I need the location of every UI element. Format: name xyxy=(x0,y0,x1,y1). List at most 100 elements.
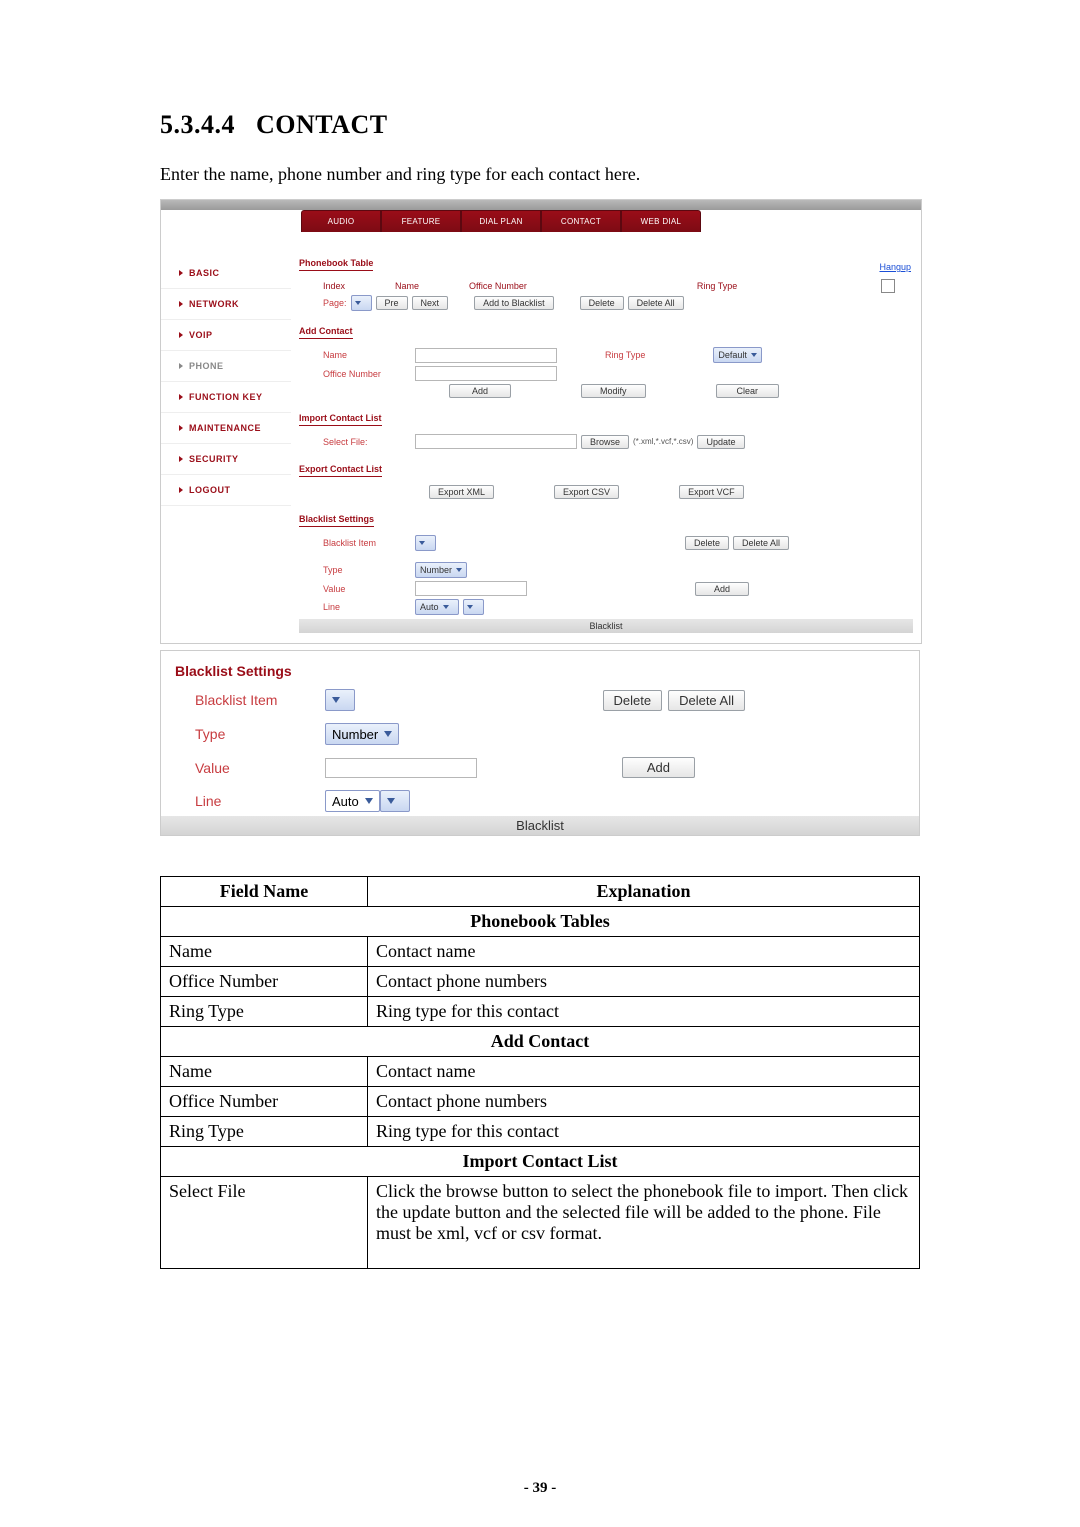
select-file-label: Select File: xyxy=(323,437,411,447)
office-number-input[interactable] xyxy=(415,366,557,381)
line-select[interactable] xyxy=(463,599,484,615)
line-select-large[interactable] xyxy=(380,790,410,812)
exp-cell: Ring type for this contact xyxy=(368,1117,920,1147)
col-ring: Ring Type xyxy=(697,281,737,291)
exp-cell: Contact name xyxy=(368,1057,920,1087)
field-cell: Ring Type xyxy=(161,1117,368,1147)
page-label: Page: xyxy=(323,298,347,308)
chevron-right-icon xyxy=(179,394,183,400)
clear-button[interactable]: Clear xyxy=(716,384,780,398)
modify-button[interactable]: Modify xyxy=(581,384,646,398)
type-select-large[interactable]: Number xyxy=(325,723,399,745)
chevron-right-icon xyxy=(179,425,183,431)
blacklist-bar: Blacklist xyxy=(299,619,913,633)
blacklist-add-button[interactable]: Add xyxy=(695,582,749,596)
fields-table: Field Name Explanation Phonebook Tables … xyxy=(160,876,920,1269)
group-phonebook: Phonebook Tables xyxy=(161,907,920,937)
top-tabs: AUDIO FEATURE DIAL PLAN CONTACT WEB DIAL xyxy=(301,210,921,232)
main-panel: Phonebook Table Index Name Office Number… xyxy=(291,232,921,643)
blacklist-item-select[interactable] xyxy=(415,535,436,551)
add-contact-title: Add Contact xyxy=(299,326,353,339)
chevron-right-icon xyxy=(179,332,183,338)
field-cell: Office Number xyxy=(161,967,368,997)
blacklist-item-label: Blacklist Item xyxy=(323,538,411,548)
page-number: - 39 - xyxy=(0,1480,1080,1497)
tab-feature[interactable]: FEATURE xyxy=(381,210,461,232)
value-input[interactable] xyxy=(415,581,527,596)
blacklist-delete-button[interactable]: Delete xyxy=(685,536,729,550)
sidebar-item-security[interactable]: SECURITY xyxy=(161,444,291,475)
office-number-label: Office Number xyxy=(323,369,411,379)
group-add-contact: Add Contact xyxy=(161,1027,920,1057)
file-path-input[interactable] xyxy=(415,434,577,449)
name-label: Name xyxy=(323,350,411,360)
value-label-large: Value xyxy=(175,760,325,776)
blacklist-add-button-large[interactable]: Add xyxy=(622,757,695,778)
line-select-text-large: Auto xyxy=(325,790,380,812)
type-label: Type xyxy=(323,565,411,575)
heading-word: CONTACT xyxy=(256,110,388,139)
th-explanation: Explanation xyxy=(368,877,920,907)
export-xml-button[interactable]: Export XML xyxy=(429,485,494,499)
file-types-note: (*.xml,*.vcf,*.csv) xyxy=(633,437,693,446)
chevron-right-icon xyxy=(179,487,183,493)
value-input-large[interactable] xyxy=(325,758,477,778)
next-button[interactable]: Next xyxy=(412,296,449,310)
tab-web-dial[interactable]: WEB DIAL xyxy=(621,210,701,232)
sidebar-item-label: SECURITY xyxy=(189,454,239,464)
th-field: Field Name xyxy=(161,877,368,907)
sidebar-item-network[interactable]: NETWORK xyxy=(161,289,291,320)
tab-contact[interactable]: CONTACT xyxy=(541,210,621,232)
hangup-link[interactable]: Hangup xyxy=(879,262,911,272)
intro-text: Enter the name, phone number and ring ty… xyxy=(160,164,920,185)
page-select[interactable] xyxy=(351,295,372,311)
blacklist-enlarged: Blacklist Settings Blacklist Item Delete… xyxy=(160,650,920,836)
field-cell: Select File xyxy=(161,1177,368,1269)
phonebook-title: Phonebook Table xyxy=(299,258,373,271)
select-all-checkbox[interactable] xyxy=(881,279,895,293)
add-button[interactable]: Add xyxy=(449,384,511,398)
blacklist-delete-button-large[interactable]: Delete xyxy=(603,690,663,711)
export-vcf-button[interactable]: Export VCF xyxy=(679,485,744,499)
delete-button[interactable]: Delete xyxy=(580,296,624,310)
blacklist-title-large: Blacklist Settings xyxy=(175,663,905,679)
chevron-right-icon xyxy=(179,301,183,307)
tab-audio[interactable]: AUDIO xyxy=(301,210,381,232)
exp-cell: Contact phone numbers xyxy=(368,967,920,997)
name-input[interactable] xyxy=(415,348,557,363)
group-import: Import Contact List xyxy=(161,1147,920,1177)
ring-type-select[interactable]: Default xyxy=(713,347,762,363)
export-csv-button[interactable]: Export CSV xyxy=(554,485,619,499)
blacklist-item-select-large[interactable] xyxy=(325,689,355,711)
update-button[interactable]: Update xyxy=(697,435,744,449)
type-select[interactable]: Number xyxy=(415,562,467,578)
ring-type-label: Ring Type xyxy=(605,350,645,360)
field-cell: Office Number xyxy=(161,1087,368,1117)
sidebar-item-phone[interactable]: PHONE xyxy=(161,351,291,382)
add-to-blacklist-button[interactable]: Add to Blacklist xyxy=(474,296,554,310)
sidebar: BASIC NETWORK VOIP PHONE FUNCTION KEY MA… xyxy=(161,232,291,643)
blacklist-title: Blacklist Settings xyxy=(299,514,374,527)
sidebar-item-voip[interactable]: VOIP xyxy=(161,320,291,351)
blacklist-delete-all-button[interactable]: Delete All xyxy=(733,536,789,550)
sidebar-item-label: PHONE xyxy=(189,361,224,371)
browse-button[interactable]: Browse xyxy=(581,435,629,449)
exp-cell: Contact phone numbers xyxy=(368,1087,920,1117)
sidebar-item-logout[interactable]: LOGOUT xyxy=(161,475,291,506)
delete-all-button[interactable]: Delete All xyxy=(628,296,684,310)
phonebook-header-row: Index Name Office Number Ring Type xyxy=(299,279,913,295)
exp-cell: Ring type for this contact xyxy=(368,997,920,1027)
chevron-right-icon xyxy=(179,456,183,462)
import-title: Import Contact List xyxy=(299,413,382,426)
pre-button[interactable]: Pre xyxy=(376,296,408,310)
sidebar-item-label: MAINTENANCE xyxy=(189,423,261,433)
sidebar-item-maintenance[interactable]: MAINTENANCE xyxy=(161,413,291,444)
blacklist-delete-all-button-large[interactable]: Delete All xyxy=(668,690,745,711)
sidebar-item-label: LOGOUT xyxy=(189,485,231,495)
sidebar-item-function-key[interactable]: FUNCTION KEY xyxy=(161,382,291,413)
tab-dial-plan[interactable]: DIAL PLAN xyxy=(461,210,541,232)
sidebar-item-basic[interactable]: BASIC xyxy=(161,258,291,289)
exp-cell: Contact name xyxy=(368,937,920,967)
line-label: Line xyxy=(323,602,411,612)
col-name: Name xyxy=(395,281,419,291)
